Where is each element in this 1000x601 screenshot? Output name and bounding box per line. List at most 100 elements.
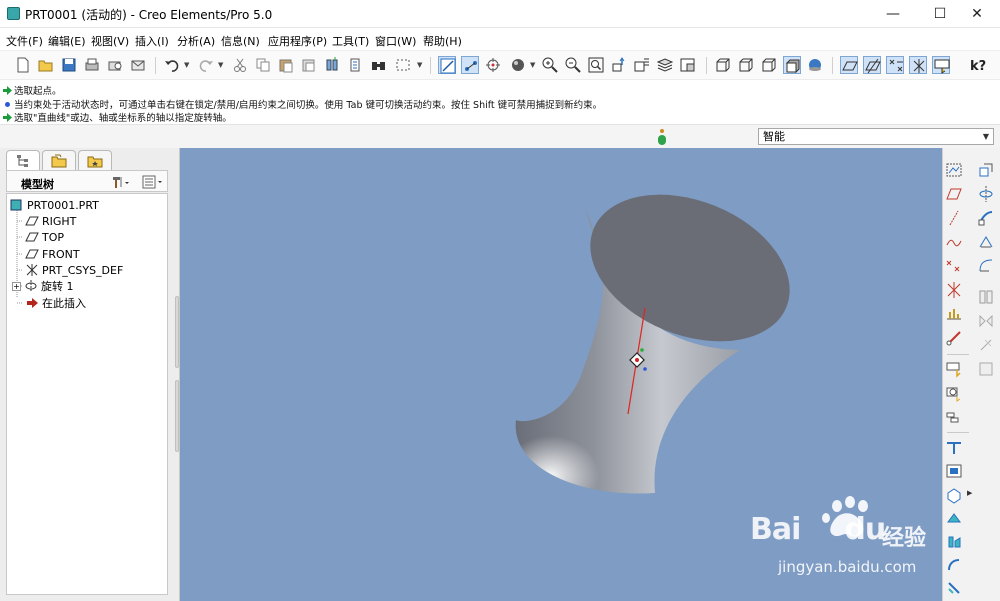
layers-icon[interactable]	[656, 56, 674, 74]
datum-curve-tool-icon[interactable]	[945, 233, 963, 251]
reorient-icon[interactable]	[610, 56, 628, 74]
zoom-out-icon[interactable]	[564, 56, 582, 74]
sketch-icon[interactable]	[438, 56, 456, 74]
hidden-line-icon[interactable]	[737, 56, 755, 74]
hole-tool-icon[interactable]	[945, 486, 963, 504]
tree-item-label: PRT_CSYS_DEF	[42, 263, 124, 277]
sweep-tool-icon[interactable]	[977, 209, 995, 227]
shell-tool-icon[interactable]	[945, 510, 963, 528]
group-icon[interactable]	[945, 384, 963, 402]
favorites-tab[interactable]	[78, 150, 112, 170]
datum-csys-tool-icon[interactable]	[945, 281, 963, 299]
redo-icon[interactable]	[197, 56, 215, 74]
revolve-tool-icon[interactable]	[977, 185, 995, 203]
datum-point-display-icon[interactable]	[886, 56, 904, 74]
enhanced-realism-icon[interactable]	[806, 56, 824, 74]
email-icon[interactable]	[129, 56, 147, 74]
navigator-sash-handle[interactable]	[175, 296, 179, 368]
view-manager-icon[interactable]	[679, 56, 697, 74]
model-tree-tab[interactable]	[6, 150, 40, 170]
saved-views-icon[interactable]	[633, 56, 651, 74]
save-icon[interactable]	[60, 56, 78, 74]
revolved-body[interactable]	[515, 167, 812, 494]
help-icon[interactable]: k?	[968, 56, 986, 74]
no-hidden-icon[interactable]	[760, 56, 778, 74]
message-area: 选取起点。 当约束处于活动状态时，可通过单击右键在锁定/禁用/启用约束之间切换。…	[0, 80, 1000, 124]
refit-icon[interactable]	[587, 56, 605, 74]
expand-toggle-icon[interactable]: +	[12, 281, 21, 291]
find-icon[interactable]	[370, 56, 388, 74]
csys-display-icon[interactable]	[909, 56, 927, 74]
menu-file[interactable]: 文件(F)	[6, 33, 43, 49]
regenerate-icon[interactable]	[323, 56, 341, 74]
new-icon[interactable]	[14, 56, 32, 74]
tree-item-front[interactable]: FRONT	[25, 246, 80, 262]
regenerate-manager-icon[interactable]	[346, 56, 364, 74]
shading-icon[interactable]	[509, 56, 527, 74]
navigator-sash-handle[interactable]	[175, 380, 179, 452]
publish-geom-icon[interactable]	[945, 329, 963, 347]
selection-filter-dropdown[interactable]: 智能 ▼	[758, 128, 994, 145]
menu-help[interactable]: 帮助(H)	[423, 33, 462, 49]
menu-analysis[interactable]: 分析(A)	[177, 33, 215, 49]
tree-item-revolve[interactable]: + 旋转 1	[12, 278, 74, 294]
zoom-in-icon[interactable]	[541, 56, 559, 74]
menu-edit[interactable]: 编辑(E)	[48, 33, 86, 49]
mirror-tool-icon[interactable]	[977, 312, 995, 330]
trim-tool-icon[interactable]	[977, 336, 995, 354]
tree-item-csys[interactable]: PRT_CSYS_DEF	[25, 262, 123, 278]
datum-point-tool-icon[interactable]	[945, 257, 963, 275]
select-box-icon[interactable]	[394, 56, 412, 74]
paste-special-icon[interactable]	[300, 56, 318, 74]
datum-axis-display-icon[interactable]	[863, 56, 881, 74]
start-point-dot	[635, 358, 639, 362]
folder-browser-tab[interactable]	[42, 150, 76, 170]
datum-plane-display-icon[interactable]	[840, 56, 858, 74]
tree-item-top[interactable]: TOP	[25, 229, 64, 245]
draft-tool-icon[interactable]	[945, 556, 963, 574]
datum-axis-tool-icon[interactable]	[945, 209, 963, 227]
menu-window[interactable]: 窗口(W)	[375, 33, 416, 49]
app-icon	[7, 7, 20, 20]
prompt-arrow-icon	[3, 86, 12, 95]
open-icon[interactable]	[37, 56, 55, 74]
print-icon[interactable]	[83, 56, 101, 74]
shading-display-icon[interactable]	[783, 56, 801, 74]
blend-tool-icon[interactable]	[977, 233, 995, 251]
datum-plane-tool-icon[interactable]	[945, 185, 963, 203]
analysis-tool-icon[interactable]	[945, 305, 963, 323]
tree-item-right[interactable]: RIGHT	[25, 213, 76, 229]
spin-center-icon[interactable]	[484, 56, 502, 74]
menu-applications[interactable]: 应用程序(P)	[268, 33, 327, 49]
tree-item-insert-here[interactable]: 在此插入	[25, 295, 86, 311]
merge-icon[interactable]	[945, 408, 963, 426]
menu-info[interactable]: 信息(N)	[221, 33, 260, 49]
annotation-display-icon[interactable]	[932, 56, 950, 74]
menu-insert[interactable]: 插入(I)	[135, 33, 169, 49]
sketch-tool-icon[interactable]	[945, 161, 963, 179]
round-tool-icon[interactable]	[945, 579, 963, 597]
menu-view[interactable]: 视图(V)	[91, 33, 129, 49]
paste-icon[interactable]	[277, 56, 295, 74]
boundary-blend-icon[interactable]	[977, 257, 995, 275]
wireframe-icon[interactable]	[714, 56, 732, 74]
menu-tools[interactable]: 工具(T)	[332, 33, 369, 49]
rib-tool-icon[interactable]	[945, 533, 963, 551]
style-icon[interactable]	[977, 288, 995, 306]
undo-icon[interactable]	[163, 56, 181, 74]
solidify-tool-icon[interactable]	[945, 462, 963, 480]
cut-icon[interactable]	[231, 56, 249, 74]
graphics-window[interactable]: Bai du 经验 jingyan.baidu.com	[180, 148, 942, 601]
extrude-tool-icon[interactable]	[977, 161, 995, 179]
offset-tool-icon[interactable]	[977, 360, 995, 378]
thicken-tool-icon[interactable]	[945, 439, 963, 457]
copy-icon[interactable]	[254, 56, 272, 74]
tree-show-button[interactable]	[141, 174, 165, 190]
send-icon[interactable]	[106, 56, 124, 74]
insert-feature-icon[interactable]	[945, 360, 963, 378]
close-button[interactable]: ✕	[954, 0, 1000, 28]
tree-settings-button[interactable]	[110, 174, 132, 190]
datum-icon[interactable]	[461, 56, 479, 74]
tree-item-part[interactable]: PRT0001.PRT	[10, 197, 99, 213]
minimize-button[interactable]: —	[870, 0, 916, 28]
